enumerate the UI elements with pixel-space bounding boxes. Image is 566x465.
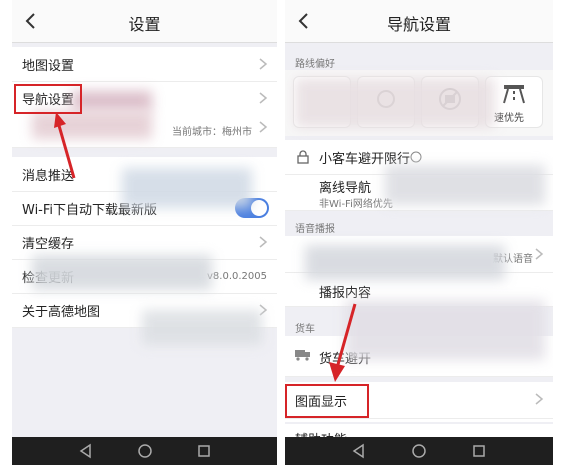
section-header-truck: 货车 bbox=[295, 324, 315, 335]
home-circle-icon[interactable] bbox=[411, 443, 427, 459]
header-bar: 导航设置 bbox=[285, 0, 553, 43]
info-icon[interactable] bbox=[410, 151, 422, 163]
row-label: 关于高德地图 bbox=[22, 305, 101, 320]
android-nav-bar bbox=[285, 437, 553, 465]
page-title: 设置 bbox=[128, 15, 161, 34]
row-label: 离线导航 bbox=[319, 181, 372, 196]
page-title: 导航设置 bbox=[386, 15, 451, 34]
row-label: 播报内容 bbox=[319, 286, 372, 301]
highlight-box bbox=[285, 384, 369, 418]
route-option-label: 速优先 bbox=[494, 113, 524, 124]
toggle-knob bbox=[251, 200, 267, 216]
blurred-region bbox=[305, 245, 505, 280]
truck-icon bbox=[295, 350, 310, 361]
highway-icon bbox=[503, 85, 525, 104]
version-label: v8.0.0.2005 bbox=[207, 271, 267, 282]
row-label: 清空缓存 bbox=[22, 237, 75, 252]
current-city-label: 当前城市：梅州市 bbox=[172, 127, 252, 138]
header-bar: 设置 bbox=[12, 0, 277, 43]
chevron-right-icon bbox=[535, 393, 544, 405]
blurred-region bbox=[345, 300, 545, 360]
section-header-route-pref: 路线偏好 bbox=[295, 59, 335, 70]
back-triangle-icon[interactable] bbox=[78, 443, 94, 459]
recents-square-icon[interactable] bbox=[471, 443, 487, 459]
red-arrow-icon bbox=[54, 112, 76, 179]
red-arrow-icon bbox=[329, 303, 357, 382]
blurred-region bbox=[72, 91, 152, 111]
recents-square-icon[interactable] bbox=[196, 443, 212, 459]
settings-screen: 设置 地图设置 导航设置 当前城市：梅州市 消息推送 Wi-Fi下自动下载最新版… bbox=[12, 0, 277, 465]
back-triangle-icon[interactable] bbox=[351, 443, 367, 459]
row-sublabel: 非Wi-Fi网络优先 bbox=[319, 199, 393, 210]
chevron-right-icon bbox=[259, 92, 268, 104]
blurred-region bbox=[142, 310, 262, 345]
row-label: 地图设置 bbox=[22, 59, 75, 74]
home-circle-icon[interactable] bbox=[137, 443, 153, 459]
blurred-region bbox=[32, 255, 212, 290]
blurred-region bbox=[122, 168, 252, 208]
chevron-right-icon bbox=[535, 248, 544, 260]
nav-settings-screen: 导航设置 路线偏好 速优先 小客车避开限行 离线导航 非Wi-Fi网络优先 语音… bbox=[285, 0, 553, 465]
blurred-region bbox=[385, 165, 545, 205]
chevron-right-icon bbox=[259, 236, 268, 248]
blurred-region bbox=[295, 78, 495, 128]
android-nav-bar bbox=[12, 437, 277, 465]
chevron-right-icon bbox=[259, 121, 268, 133]
section-header-voice: 语音播报 bbox=[295, 224, 335, 235]
chevron-right-icon bbox=[259, 58, 268, 70]
lock-icon bbox=[297, 150, 309, 164]
row-map-settings[interactable]: 地图设置 bbox=[12, 47, 277, 82]
